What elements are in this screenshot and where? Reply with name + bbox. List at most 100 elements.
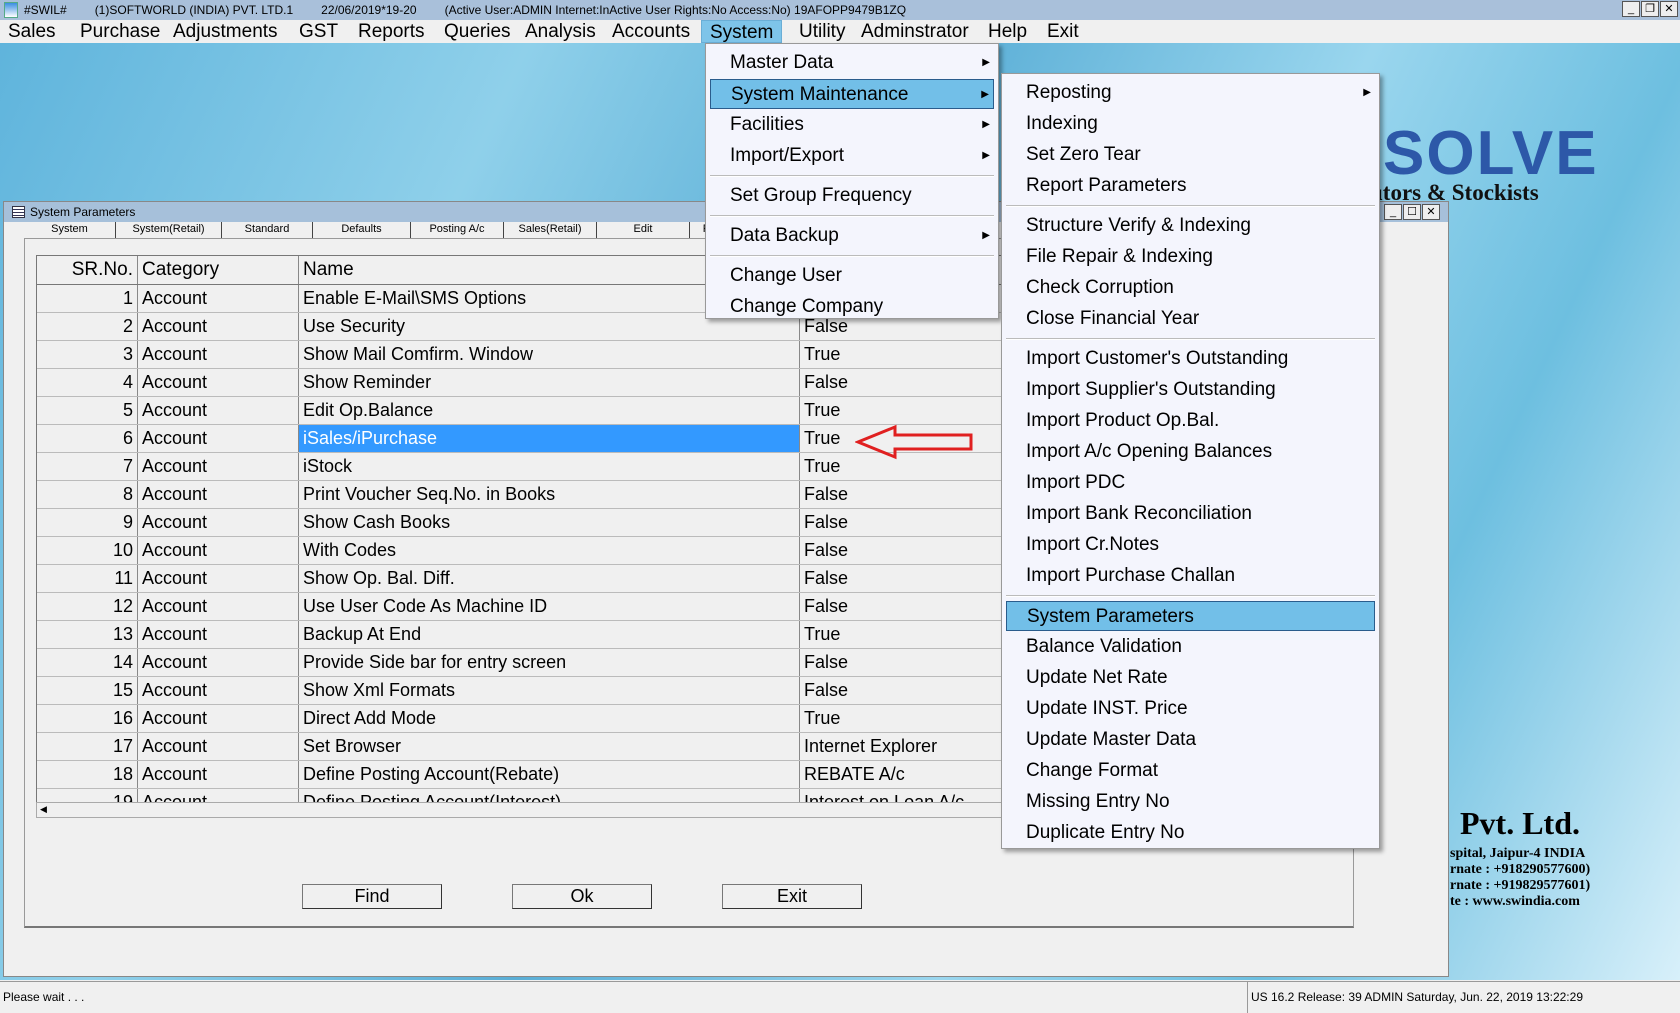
grid-cell[interactable]: 4 xyxy=(37,369,138,396)
grid-cell[interactable]: Account xyxy=(138,733,299,760)
grid-cell[interactable]: 7 xyxy=(37,453,138,480)
grid-cell[interactable]: 14 xyxy=(37,649,138,676)
grid-cell[interactable]: 15 xyxy=(37,677,138,704)
grid-cell[interactable]: Show Reminder xyxy=(299,369,800,396)
menu-utility[interactable]: Utility xyxy=(791,20,853,43)
scroll-left-icon[interactable]: ◀ xyxy=(40,804,47,815)
menu-queries[interactable]: Queries xyxy=(436,20,519,43)
grid-cell[interactable]: 2 xyxy=(37,313,138,340)
menu-exit[interactable]: Exit xyxy=(1039,20,1087,43)
grid-cell[interactable]: Show Op. Bal. Diff. xyxy=(299,565,800,592)
grid-cell[interactable]: Account xyxy=(138,285,299,312)
tab-3[interactable]: Defaults xyxy=(313,222,411,238)
grid-cell[interactable]: Show Cash Books xyxy=(299,509,800,536)
menu-item-file-repair-indexing[interactable]: File Repair & Indexing xyxy=(1006,242,1375,272)
grid-cell[interactable]: 5 xyxy=(37,397,138,424)
grid-cell[interactable]: With Codes xyxy=(299,537,800,564)
menu-item-close-financial-year[interactable]: Close Financial Year xyxy=(1006,304,1375,334)
column-header[interactable]: SR.No. xyxy=(37,256,138,284)
menu-item-import-pdc[interactable]: Import PDC xyxy=(1006,468,1375,498)
menu-item-import-supplier-s-outstanding[interactable]: Import Supplier's Outstanding xyxy=(1006,375,1375,405)
menu-item-change-company[interactable]: Change Company xyxy=(710,292,994,322)
grid-cell[interactable]: Account xyxy=(138,537,299,564)
menu-item-system-maintenance[interactable]: System Maintenance ▶ xyxy=(710,79,994,109)
tab-6[interactable]: Edit xyxy=(597,222,690,238)
menu-analysis[interactable]: Analysis xyxy=(517,20,604,43)
menu-sales[interactable]: Sales xyxy=(0,20,64,43)
grid-cell[interactable]: Account xyxy=(138,481,299,508)
menu-system[interactable]: System xyxy=(701,20,783,43)
grid-cell[interactable]: Backup At End xyxy=(299,621,800,648)
menu-item-system-parameters[interactable]: System Parameters xyxy=(1006,601,1375,631)
menu-item-change-format[interactable]: Change Format xyxy=(1006,756,1375,786)
grid-cell[interactable]: Account xyxy=(138,565,299,592)
exit-button[interactable]: Exit xyxy=(722,884,862,909)
grid-cell[interactable]: 10 xyxy=(37,537,138,564)
menu-purchase[interactable]: Purchase xyxy=(72,20,168,43)
menu-item-master-data[interactable]: Master Data ▶ xyxy=(710,48,994,78)
grid-cell[interactable]: 3 xyxy=(37,341,138,368)
ok-button[interactable]: Ok xyxy=(512,884,652,909)
grid-cell[interactable]: Direct Add Mode xyxy=(299,705,800,732)
grid-cell[interactable]: Show Mail Comfirm. Window xyxy=(299,341,800,368)
grid-cell[interactable]: Account xyxy=(138,313,299,340)
grid-cell[interactable]: 18 xyxy=(37,761,138,788)
menu-item-import-a-c-opening-balances[interactable]: Import A/c Opening Balances xyxy=(1006,437,1375,467)
menu-item-import-customer-s-outstanding[interactable]: Import Customer's Outstanding xyxy=(1006,344,1375,374)
tab-5[interactable]: Sales(Retail) xyxy=(504,222,597,238)
grid-cell[interactable]: Account xyxy=(138,509,299,536)
menu-item-import-cr-notes[interactable]: Import Cr.Notes xyxy=(1006,530,1375,560)
grid-cell[interactable]: Edit Op.Balance xyxy=(299,397,800,424)
tab-4[interactable]: Posting A/c xyxy=(411,222,504,238)
tab-2[interactable]: Standard xyxy=(222,222,313,238)
menu-item-balance-validation[interactable]: Balance Validation xyxy=(1006,632,1375,662)
window-minimize-button[interactable]: _ xyxy=(1384,204,1402,220)
grid-cell[interactable]: 19 xyxy=(37,789,138,802)
menu-item-report-parameters[interactable]: Report Parameters xyxy=(1006,171,1375,201)
menu-item-import-bank-reconciliation[interactable]: Import Bank Reconciliation xyxy=(1006,499,1375,529)
menu-item-check-corruption[interactable]: Check Corruption xyxy=(1006,273,1375,303)
grid-cell[interactable]: Print Voucher Seq.No. in Books xyxy=(299,481,800,508)
menu-accounts[interactable]: Accounts xyxy=(604,20,698,43)
menu-item-import-product-op-bal-[interactable]: Import Product Op.Bal. xyxy=(1006,406,1375,436)
grid-cell[interactable]: 17 xyxy=(37,733,138,760)
grid-cell[interactable]: 8 xyxy=(37,481,138,508)
grid-cell[interactable]: Define Posting Account(Interest) xyxy=(299,789,800,802)
menu-item-facilities[interactable]: Facilities ▶ xyxy=(710,110,994,140)
menu-adjustments[interactable]: Adjustments xyxy=(165,20,286,43)
restore-button[interactable]: ❐ xyxy=(1641,1,1659,17)
grid-cell[interactable]: 12 xyxy=(37,593,138,620)
grid-cell[interactable]: iStock xyxy=(299,453,800,480)
window-maximize-button[interactable]: ☐ xyxy=(1403,204,1421,220)
grid-cell[interactable]: Account xyxy=(138,677,299,704)
menu-gst[interactable]: GST xyxy=(291,20,346,43)
grid-cell[interactable]: 1 xyxy=(37,285,138,312)
menu-item-set-group-frequency[interactable]: Set Group Frequency xyxy=(710,181,994,211)
grid-cell[interactable]: Account xyxy=(138,369,299,396)
grid-cell[interactable]: Account xyxy=(138,341,299,368)
grid-cell[interactable]: Account xyxy=(138,453,299,480)
menu-item-data-backup[interactable]: Data Backup ▶ xyxy=(710,221,994,251)
grid-cell[interactable]: 11 xyxy=(37,565,138,592)
menu-item-update-master-data[interactable]: Update Master Data xyxy=(1006,725,1375,755)
grid-cell[interactable]: Account xyxy=(138,425,299,452)
grid-cell[interactable]: Show Xml Formats xyxy=(299,677,800,704)
grid-cell[interactable]: 16 xyxy=(37,705,138,732)
grid-cell[interactable]: Use User Code As Machine ID xyxy=(299,593,800,620)
menu-item-structure-verify-indexing[interactable]: Structure Verify & Indexing xyxy=(1006,211,1375,241)
menu-adminstrator[interactable]: Adminstrator xyxy=(853,20,977,43)
menu-item-reposting[interactable]: Reposting ▶ xyxy=(1006,78,1375,108)
minimize-button[interactable]: _ xyxy=(1622,1,1640,17)
menu-item-import-purchase-challan[interactable]: Import Purchase Challan xyxy=(1006,561,1375,591)
tab-1[interactable]: System(Retail) xyxy=(116,222,222,238)
grid-cell[interactable]: 13 xyxy=(37,621,138,648)
grid-cell[interactable]: Set Browser xyxy=(299,733,800,760)
grid-cell[interactable]: 6 xyxy=(37,425,138,452)
find-button[interactable]: Find xyxy=(302,884,442,909)
menu-item-update-net-rate[interactable]: Update Net Rate xyxy=(1006,663,1375,693)
menu-item-duplicate-entry-no[interactable]: Duplicate Entry No xyxy=(1006,818,1375,848)
grid-cell[interactable]: Provide Side bar for entry screen xyxy=(299,649,800,676)
grid-cell[interactable]: Account xyxy=(138,761,299,788)
menu-item-missing-entry-no[interactable]: Missing Entry No xyxy=(1006,787,1375,817)
grid-cell[interactable]: Account xyxy=(138,649,299,676)
